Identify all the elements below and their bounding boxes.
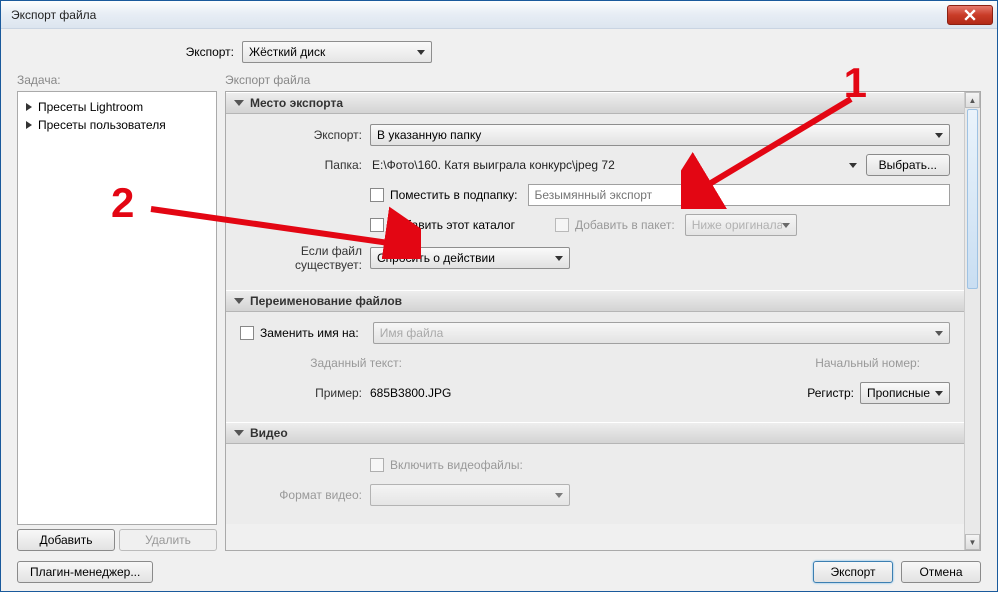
scroll-thumb[interactable] [967, 109, 978, 289]
folder-path: E:\Фото\160. Катя выиграла конкурс\jpeg … [370, 158, 846, 172]
rename-checkbox[interactable] [240, 326, 254, 340]
example-label: Пример: [240, 386, 370, 400]
put-in-subfolder-label: Поместить в подпапку: [390, 188, 518, 202]
export-to-label: Экспорт: [240, 128, 370, 142]
settings-panel: Место экспорта Экспорт: В указанную папк… [225, 91, 981, 551]
section-rename-header[interactable]: Переименование файлов [226, 290, 964, 312]
scroll-up-icon[interactable]: ▲ [965, 92, 980, 108]
export-target-label: Экспорт: [17, 45, 242, 59]
chevron-down-icon [782, 223, 790, 228]
window-title: Экспорт файла [11, 8, 947, 22]
chevron-down-icon [234, 430, 244, 436]
preset-list[interactable]: Пресеты Lightroom Пресеты пользователя [17, 91, 217, 525]
file-exists-label: Если файл существует: [240, 244, 370, 272]
triangle-right-icon [26, 103, 32, 111]
remove-preset-button: Удалить [119, 529, 217, 551]
chevron-down-icon [417, 50, 425, 55]
chevron-down-icon [935, 391, 943, 396]
folder-dropdown-icon[interactable] [846, 163, 860, 168]
put-in-subfolder-checkbox[interactable] [370, 188, 384, 202]
export-target-value: Жёсткий диск [249, 45, 325, 59]
preset-item-user[interactable]: Пресеты пользователя [22, 116, 212, 134]
titlebar: Экспорт файла [1, 1, 997, 29]
chevron-down-icon [555, 256, 563, 261]
chevron-down-icon [935, 331, 943, 336]
scroll-down-icon[interactable]: ▼ [965, 534, 980, 550]
preset-item-lightroom[interactable]: Пресеты Lightroom [22, 98, 212, 116]
include-video-checkbox[interactable] [370, 458, 384, 472]
triangle-right-icon [26, 121, 32, 129]
case-label: Регистр: [807, 386, 854, 400]
chevron-down-icon [555, 493, 563, 498]
chevron-down-icon [234, 298, 244, 304]
add-packet-checkbox[interactable] [555, 218, 569, 232]
example-value: 685B3800.JPG [370, 386, 451, 400]
scrollbar[interactable]: ▲ ▼ [964, 92, 980, 550]
folder-label: Папка: [240, 158, 370, 172]
task-label: Задача: [17, 73, 217, 87]
custom-text-label: Заданный текст: [240, 356, 410, 370]
export-dialog: Экспорт файла Экспорт: Жёсткий диск Зада… [0, 0, 998, 592]
close-button[interactable] [947, 5, 993, 25]
section-location-header[interactable]: Место экспорта [226, 92, 964, 114]
file-exists-dropdown[interactable]: Спросить о действии [370, 247, 570, 269]
add-packet-label: Добавить в пакет: [575, 218, 675, 232]
add-preset-button[interactable]: Добавить [17, 529, 115, 551]
subfolder-input[interactable] [528, 184, 950, 206]
case-dropdown[interactable]: Прописные [860, 382, 950, 404]
plugin-manager-button[interactable]: Плагин-менеджер... [17, 561, 153, 583]
filename-template-dropdown[interactable]: Имя файла [373, 322, 950, 344]
add-catalog-label: Добавить этот каталог [390, 218, 515, 232]
cancel-button[interactable]: Отмена [901, 561, 981, 583]
video-format-dropdown[interactable] [370, 484, 570, 506]
export-target-dropdown[interactable]: Жёсткий диск [242, 41, 432, 63]
add-catalog-checkbox[interactable] [370, 218, 384, 232]
section-video-header[interactable]: Видео [226, 422, 964, 444]
rename-label: Заменить имя на: [260, 326, 359, 340]
start-number-label: Начальный номер: [815, 356, 920, 370]
include-video-label: Включить видеофайлы: [390, 458, 523, 472]
export-to-dropdown[interactable]: В указанную папку [370, 124, 950, 146]
chevron-down-icon [935, 133, 943, 138]
chevron-down-icon [234, 100, 244, 106]
choose-folder-button[interactable]: Выбрать... [866, 154, 950, 176]
export-button[interactable]: Экспорт [813, 561, 893, 583]
right-panel-label: Экспорт файла [225, 73, 981, 87]
video-format-label: Формат видео: [240, 488, 370, 502]
packet-position-dropdown[interactable]: Ниже оригинала [685, 214, 797, 236]
